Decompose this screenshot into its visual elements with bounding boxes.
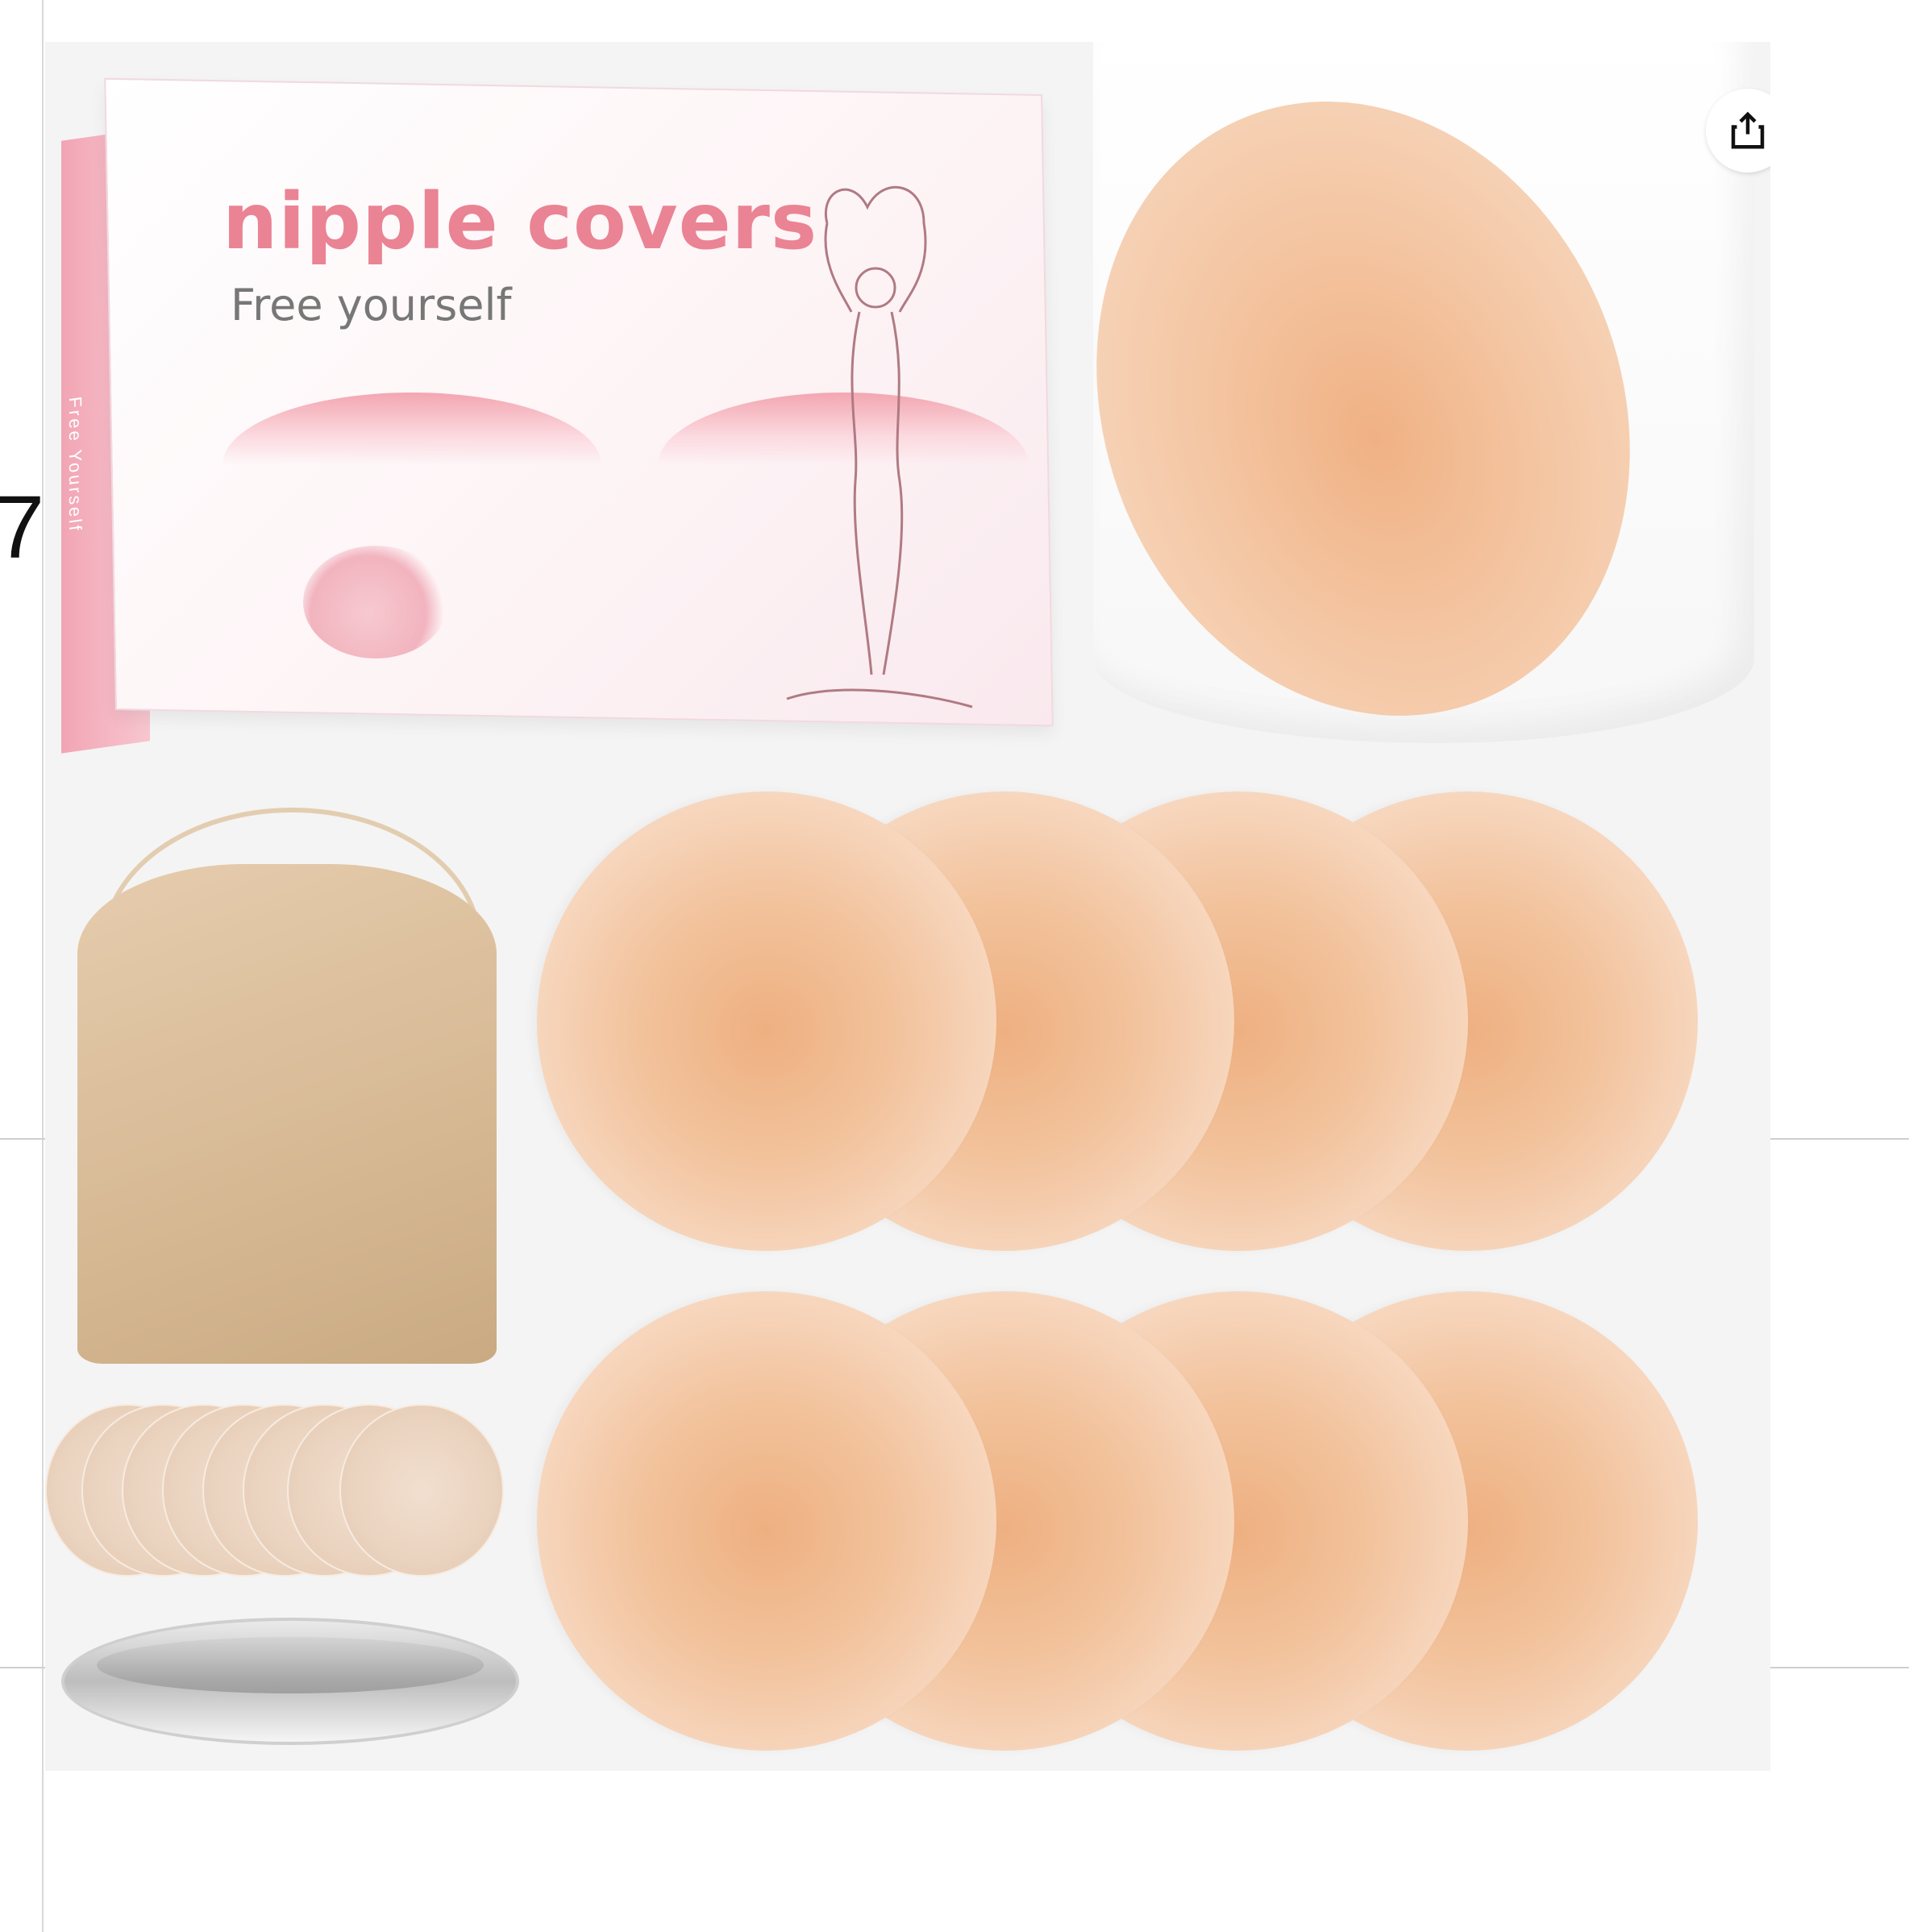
box-subtitle: Free yourself: [231, 280, 512, 330]
clear-case-lid: [97, 1637, 484, 1693]
divider-right-1: [1770, 1138, 1909, 1140]
product-image[interactable]: Free Yourself nipple covers Free yoursel…: [45, 42, 1770, 1771]
cropped-edge-number: 7: [0, 478, 45, 577]
silicone-pad: [537, 1291, 996, 1751]
divider-left-1: [0, 1138, 45, 1140]
adhesive-sticker: [339, 1404, 504, 1577]
box-side-text: Free Yourself: [65, 395, 85, 534]
box-pad-illustration: [303, 546, 448, 659]
share-icon: [1731, 111, 1765, 149]
silicone-pad: [537, 791, 996, 1251]
divider-right-2: [1770, 1667, 1909, 1668]
product-box: Free Yourself nipple covers Free yoursel…: [61, 77, 1093, 779]
divider-left-2: [0, 1667, 45, 1668]
storage-pouch: [69, 791, 505, 1372]
dancer-illustration: [786, 185, 973, 708]
box-title: nipple covers: [223, 177, 818, 267]
left-divider: [42, 0, 44, 1932]
pouch-body: [77, 864, 497, 1364]
clear-storage-case: [61, 1618, 519, 1745]
